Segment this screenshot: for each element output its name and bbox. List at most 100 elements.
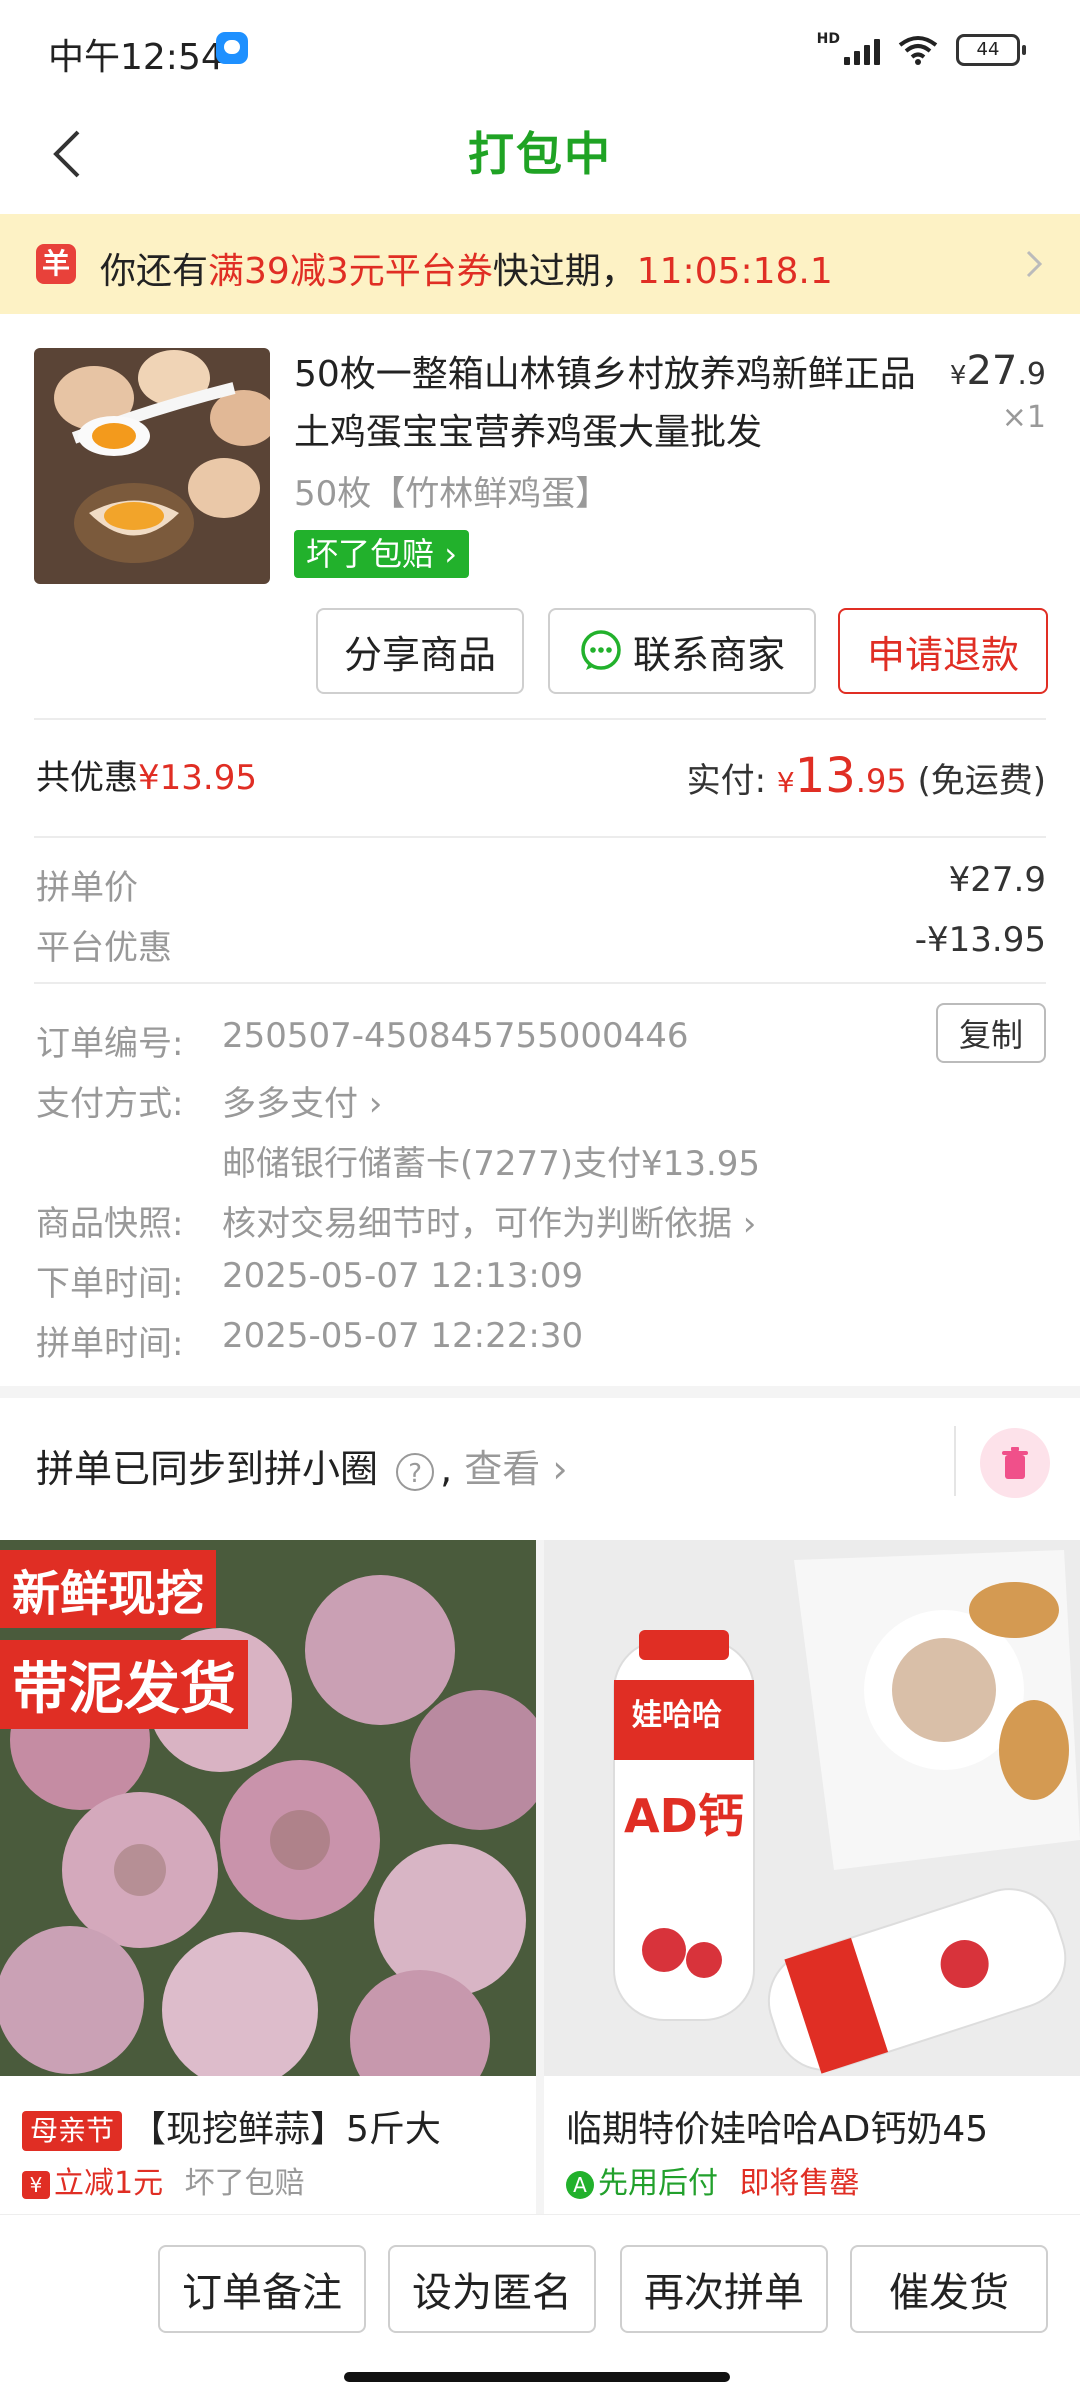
price-integer: 27 [966,348,1018,394]
discount-label: 共优惠 [36,758,138,798]
price-detail-value: -¥13.95 [914,920,1046,960]
sync-label: 拼单已同步到拼小圈 [36,1447,379,1491]
discount-badge-icon: ¥ [22,2170,50,2199]
status-indicators: HD 44 [816,30,1026,70]
regroup-order-button[interactable]: 再次拼单 [620,2245,828,2333]
paid-label: 实付: [686,761,767,801]
shipping-note: (免运费) [917,761,1046,801]
guarantee-badge[interactable]: 坏了包赔 › [294,530,469,578]
price-detail-row: 拼单价 ¥27.9 [36,860,1046,909]
home-indicator[interactable] [344,2372,730,2382]
divider [34,718,1046,720]
brand-text: 娃哈哈 [632,1698,722,1733]
share-label: 分享商品 [343,632,496,677]
selling-out-text: 即将售罄 [739,2166,860,2201]
coupon-countdown: 11:05:18.1 [636,251,833,292]
page-title: 打包中 [468,127,612,181]
product-price: ¥27.9 [950,348,1046,394]
order-number: 250507-450845755000446 [222,1016,689,1056]
payment-method-label: 支付方式: [36,1084,184,1124]
coupon-middle: 快过期， [492,251,637,292]
recommendation-grid: 新鲜现挖 带泥发货 母亲节 【现挖鲜蒜】5斤大 ¥ 立减1元 坏了包赔 娃哈哈 … [0,1540,1080,2214]
group-time-label: 拼单时间: [36,1324,184,1364]
recommendation-card[interactable]: 娃哈哈 AD钙 临期特价娃哈哈AD钙奶45 A 先用后付 即将售罄 [544,1540,1080,2214]
chevron-right-icon [1026,250,1043,278]
coupon-name: 满39减3元平台券 [208,251,493,292]
copy-label: 复制 [958,1016,1023,1054]
anonymous-label: 设为匿名 [412,2270,572,2316]
discount-value: ¥13.95 [138,758,257,798]
hd-indicator: HD [816,31,840,47]
recommendation-promo: A 先用后付 即将售罄 [566,2158,860,2202]
urge-shipping-button[interactable]: 催发货 [850,2245,1048,2333]
product-image[interactable] [34,348,270,584]
status-bar: 中午12:54 HD 44 [0,0,1080,100]
image-tag-fresh: 新鲜现挖 [0,1550,217,1628]
paid-currency: ¥ [776,766,795,799]
sync-separator: , [440,1447,453,1491]
battery-icon: 44 [956,34,1026,66]
section-gap [0,1386,1080,1398]
order-time-label: 下单时间: [36,1264,184,1304]
coupon-icon: 羊 [36,244,76,284]
payment-method[interactable]: 多多支付 › [222,1076,382,1125]
paid-amount: 实付: ¥13.95 (免运费) [687,748,1046,804]
recommendation-card[interactable]: 新鲜现挖 带泥发货 母亲节 【现挖鲜蒜】5斤大 ¥ 立减1元 坏了包赔 [0,1540,536,2214]
paid-integer: 13 [794,748,856,804]
guarantee-text: 坏了包赔 [184,2166,305,2201]
view-link[interactable]: 查看 › [464,1447,567,1491]
sync-text: 拼单已同步到拼小圈 ?, 查看 › [36,1438,568,1493]
notification-chat-icon [216,32,248,64]
guarantee-label: 坏了包赔 [306,535,435,573]
snapshot-text: 核对交易细节时，可作为判断依据 [222,1204,732,1244]
trash-icon [1002,1447,1028,1479]
payment-method-text: 多多支付 [222,1084,358,1124]
coupon-expiry-banner[interactable]: 羊 你还有满39减3元平台券快过期，11:05:18.1 [0,214,1080,314]
copy-button[interactable]: 复制 [936,1003,1046,1063]
refund-button[interactable]: 申请退款 [838,608,1048,694]
signal-icon [844,35,880,65]
ad-milk-product-image: 娃哈哈 AD钙 [544,1540,1080,2076]
refund-label: 申请退款 [866,632,1019,677]
promo-text: 立减1元 [54,2166,164,2201]
paid-decimal: .95 [855,762,907,800]
image-tag-mud: 带泥发货 [0,1640,248,1729]
price-detail-row: 平台优惠 -¥13.95 [36,920,1046,969]
price-decimal: .9 [1017,357,1046,392]
note-label: 订单备注 [182,2270,342,2316]
coupon-banner-text: 你还有满39减3元平台券快过期，11:05:18.1 [100,242,833,294]
divider [34,982,1046,984]
header: 打包中 [0,100,1080,214]
divider [34,836,1046,838]
garlic-product-image: 新鲜现挖 带泥发货 [0,1540,536,2110]
share-product-button[interactable]: 分享商品 [316,608,524,694]
price-detail-value: ¥27.9 [948,860,1046,900]
product-spec: 50枚【竹林鲜鸡蛋】 [294,474,610,514]
set-anonymous-button[interactable]: 设为匿名 [388,2245,596,2333]
group-sync-bar: 拼单已同步到拼小圈 ?, 查看 › [0,1398,1080,1528]
festival-tag: 母亲节 [22,2111,123,2151]
pay-later-icon: A [566,2170,594,2199]
price-currency: ¥ [949,361,967,391]
coupon-prefix: 你还有 [100,251,209,292]
help-icon[interactable]: ? [396,1452,435,1491]
back-arrow-icon[interactable] [40,124,100,184]
delete-button[interactable] [980,1428,1050,1498]
contact-merchant-button[interactable]: 联系商家 [548,608,816,694]
price-detail-label: 拼单价 [36,868,138,908]
contact-label: 联系商家 [632,632,785,677]
product-snapshot-link[interactable]: 核对交易细节时，可作为判断依据 › [222,1196,756,1245]
order-note-button[interactable]: 订单备注 [158,2245,366,2333]
pay-later-text: 先用后付 [598,2166,718,2201]
payment-detail: 邮储银行储蓄卡(7277)支付¥13.95 [222,1144,761,1184]
chat-bubble-icon [581,630,621,670]
price-detail-label: 平台优惠 [36,928,172,968]
recommendation-title: 母亲节 【现挖鲜蒜】5斤大 [22,2100,522,2152]
product-title[interactable]: 50枚一整箱山林镇乡村放养鸡新鲜正品土鸡蛋宝宝营养鸡蛋大量批发 [294,346,934,462]
wifi-icon [898,36,938,65]
order-time: 2025-05-07 12:13:09 [222,1256,584,1296]
status-time: 中午12:54 [48,37,224,78]
order-number-label: 订单编号: [36,1024,184,1064]
view-label: 查看 [464,1447,541,1491]
group-time: 2025-05-07 12:22:30 [222,1316,584,1356]
